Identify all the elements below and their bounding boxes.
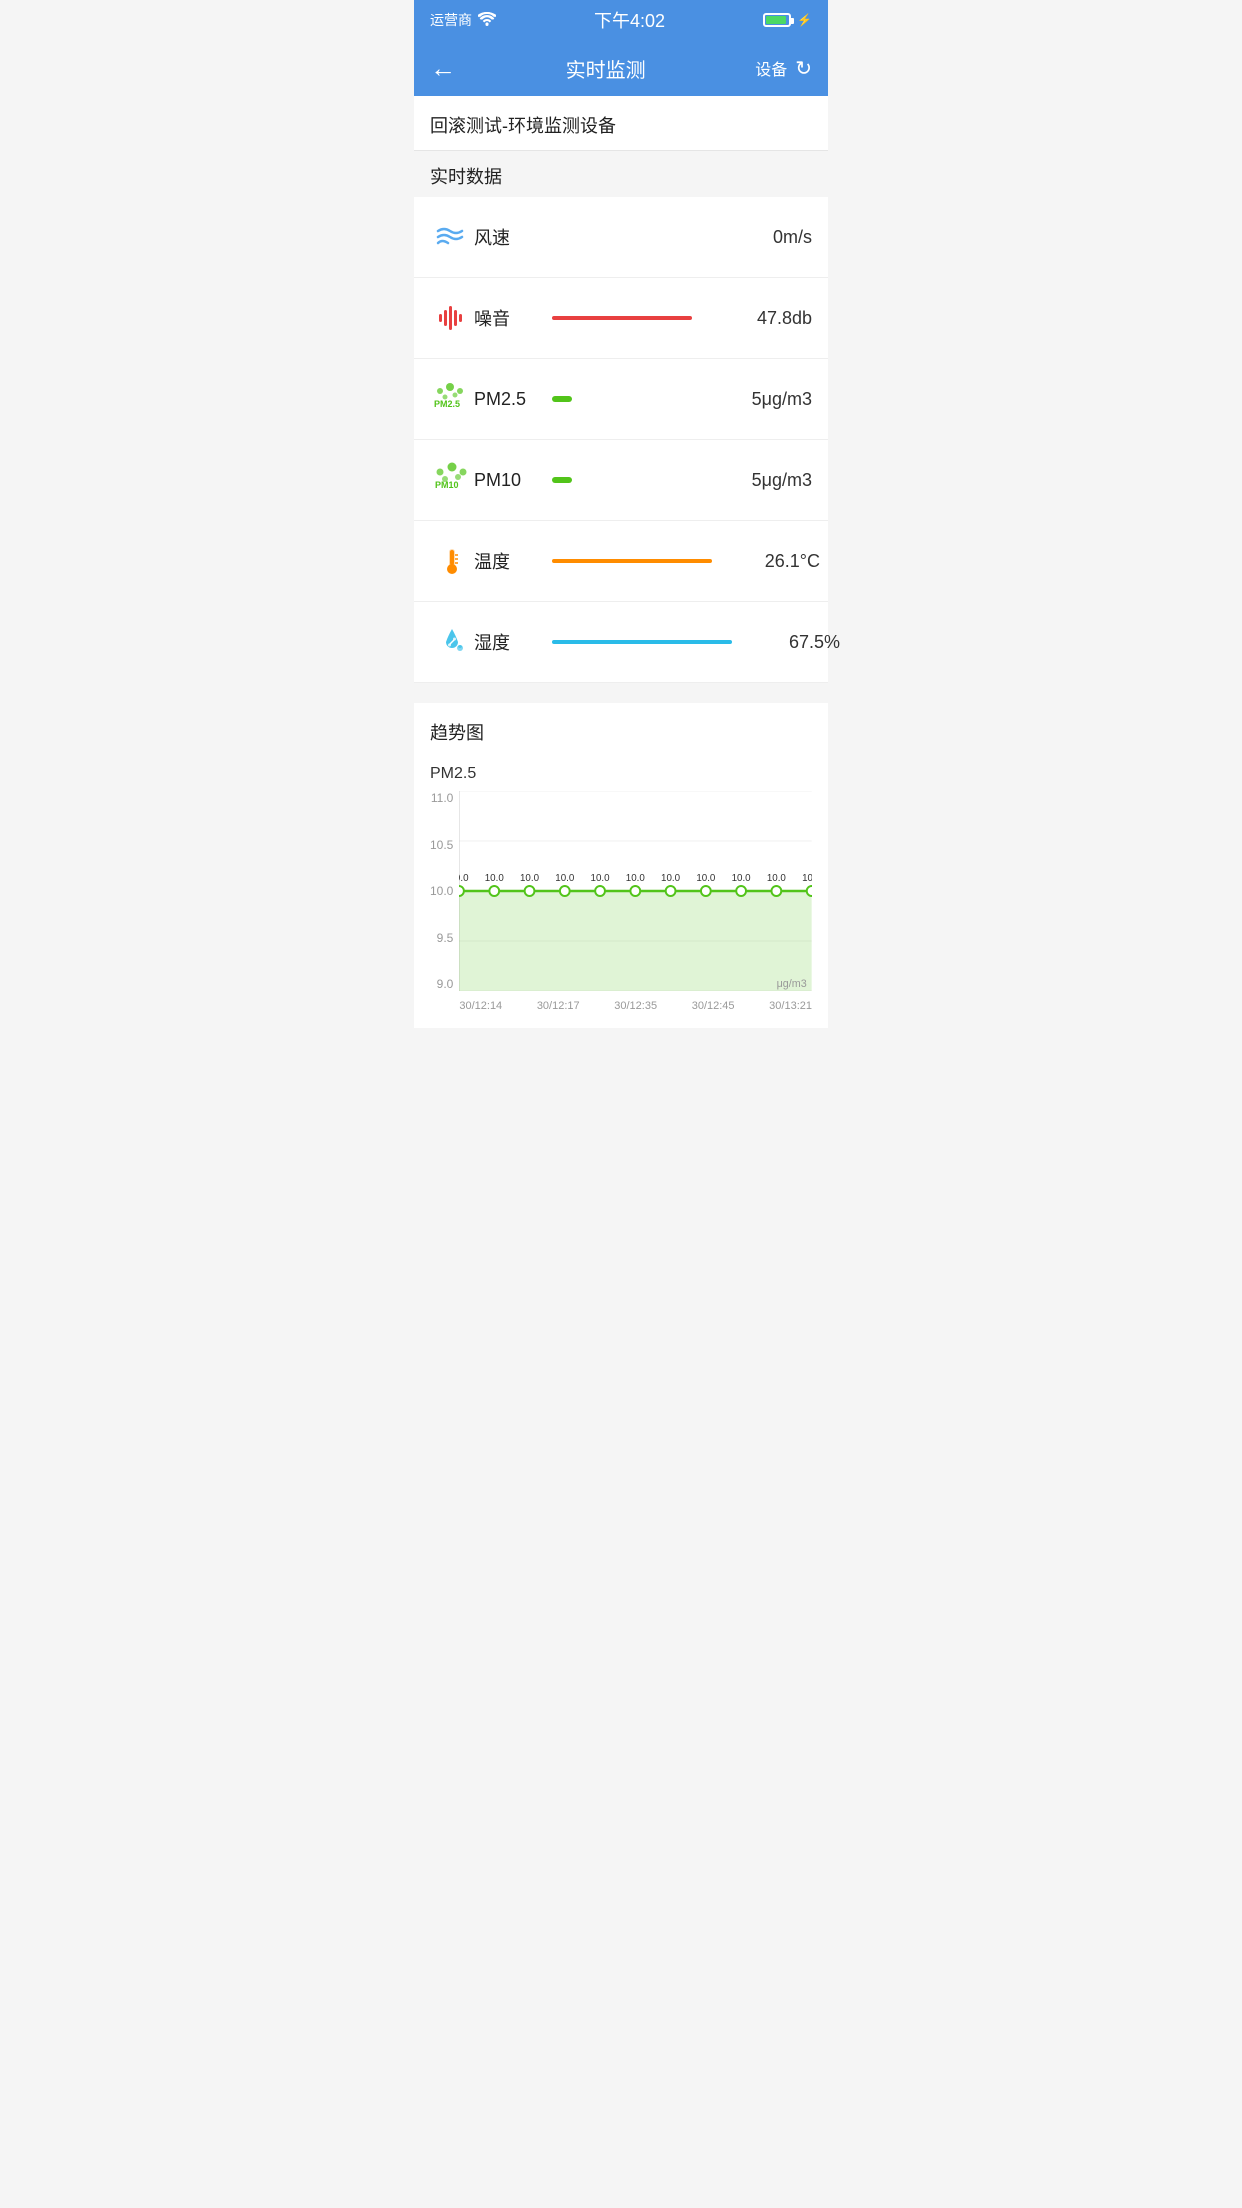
noise-value: 47.8db: [712, 308, 812, 329]
temp-icon: [430, 539, 474, 583]
refresh-button[interactable]: ↻: [795, 56, 812, 81]
temp-label: 温度: [474, 548, 544, 574]
svg-text:10.0: 10.0: [459, 873, 469, 884]
y-label-max: 11.0: [431, 791, 453, 805]
pm10-icon: PM10: [430, 458, 474, 502]
humidity-indicator: [544, 640, 740, 644]
y-label-min: 9.0: [437, 977, 454, 991]
temp-value: 26.1°C: [720, 551, 820, 572]
svg-text:PM2.5: PM2.5: [434, 399, 460, 409]
svg-text:10.0: 10.0: [697, 873, 717, 884]
humidity-row: 湿度 67.5%: [414, 602, 828, 683]
chart-svg: 10.0 10.0 10.0 10.0 10.0 10.0 10.0 10.0 …: [459, 791, 812, 991]
y-label-mid1: 10.5: [430, 838, 453, 852]
temp-indicator: [544, 559, 720, 563]
battery-lightning: ⚡: [797, 13, 812, 27]
x-label-4: 30/13:21: [769, 1000, 812, 1012]
section-divider: [414, 683, 828, 695]
humidity-icon: [430, 620, 474, 664]
noise-row: 噪音 47.8db: [414, 278, 828, 359]
pm10-dot: [552, 477, 572, 483]
chart-section-label: 趋势图: [430, 719, 812, 745]
pm25-indicator: [544, 396, 712, 402]
noise-label: 噪音: [474, 305, 544, 331]
pm10-indicator: [544, 477, 712, 483]
status-left: 运营商: [430, 10, 496, 30]
realtime-label: 实时数据: [414, 151, 828, 197]
back-button[interactable]: ←: [430, 53, 456, 84]
humidity-bar: [552, 640, 732, 644]
status-right: ⚡: [763, 13, 812, 27]
chart-point: [560, 886, 570, 896]
wind-icon: [430, 215, 474, 259]
temp-bar: [552, 559, 712, 563]
y-label-mid2: 10.0: [430, 884, 453, 898]
device-section: 回滚测试-环境监测设备: [414, 96, 828, 151]
svg-text:10.0: 10.0: [520, 873, 540, 884]
chart-point: [807, 886, 812, 896]
chart-point: [701, 886, 711, 896]
chart-point: [490, 886, 500, 896]
svg-text:10.0: 10.0: [485, 873, 505, 884]
chart-point: [666, 886, 676, 896]
noise-icon: [430, 296, 474, 340]
svg-text:10.0: 10.0: [767, 873, 787, 884]
pm25-dot: [552, 396, 572, 402]
svg-text:μg/m3: μg/m3: [777, 978, 807, 990]
chart-title: PM2.5: [430, 765, 812, 783]
svg-text:10.0: 10.0: [732, 873, 752, 884]
svg-text:10.0: 10.0: [556, 873, 576, 884]
noise-bar: [552, 316, 692, 320]
pm10-label: PM10: [474, 470, 544, 491]
chart-section: 趋势图 PM2.5 11.0 10.5 10.0 9.5 9.0: [414, 703, 828, 1028]
chart-point: [596, 886, 606, 896]
pm25-row: PM2.5 PM2.5 5μg/m3: [414, 359, 828, 440]
device-label[interactable]: 设备: [755, 56, 787, 80]
x-label-1: 30/12:17: [537, 1000, 580, 1012]
carrier-label: 运营商: [430, 10, 472, 30]
status-bar: 运营商 下午4:02 ⚡: [414, 0, 828, 40]
svg-text:10.0: 10.0: [626, 873, 646, 884]
humidity-value: 67.5%: [740, 632, 840, 653]
x-axis: 30/12:14 30/12:17 30/12:35 30/12:45 30/1…: [459, 1000, 812, 1012]
nav-right-area: 设备 ↻: [755, 56, 812, 81]
pm25-label: PM2.5: [474, 389, 544, 410]
chart-point: [772, 886, 782, 896]
wind-label: 风速: [474, 224, 544, 250]
battery-icon: [763, 13, 791, 27]
nav-title: 实时监测: [566, 54, 646, 83]
pm10-value: 5μg/m3: [712, 470, 812, 491]
nav-bar: ← 实时监测 设备 ↻: [414, 40, 828, 96]
wind-row: 风速 0m/s: [414, 197, 828, 278]
chart-point: [459, 886, 464, 896]
svg-text:10.0: 10.0: [661, 873, 681, 884]
chart-point: [525, 886, 535, 896]
x-label-3: 30/12:45: [692, 1000, 735, 1012]
pm25-icon: PM2.5: [430, 377, 474, 421]
chart-point: [737, 886, 747, 896]
pm10-row: PM10 PM10 5μg/m3: [414, 440, 828, 521]
y-axis: 11.0 10.5 10.0 9.5 9.0: [430, 791, 459, 991]
chart-fill: [459, 891, 812, 991]
humidity-label: 湿度: [474, 629, 544, 655]
chart-point: [631, 886, 641, 896]
x-label-0: 30/12:14: [459, 1000, 502, 1012]
wind-value: 0m/s: [712, 227, 812, 248]
svg-text:PM10: PM10: [435, 480, 459, 490]
data-list: 风速 0m/s 噪音 47.8db PM2.5: [414, 197, 828, 683]
temp-row: 温度 26.1°C: [414, 521, 828, 602]
svg-text:10.0: 10.0: [802, 873, 812, 884]
x-label-2: 30/12:35: [614, 1000, 657, 1012]
noise-indicator: [544, 316, 712, 320]
pm25-value: 5μg/m3: [712, 389, 812, 410]
chart-area: 10.0 10.0 10.0 10.0 10.0 10.0 10.0 10.0 …: [459, 791, 812, 1012]
y-label-mid3: 9.5: [437, 931, 454, 945]
device-title: 回滚测试-环境监测设备: [430, 112, 812, 138]
wifi-icon: [478, 12, 496, 29]
status-time: 下午4:02: [594, 7, 665, 33]
svg-text:10.0: 10.0: [591, 873, 611, 884]
